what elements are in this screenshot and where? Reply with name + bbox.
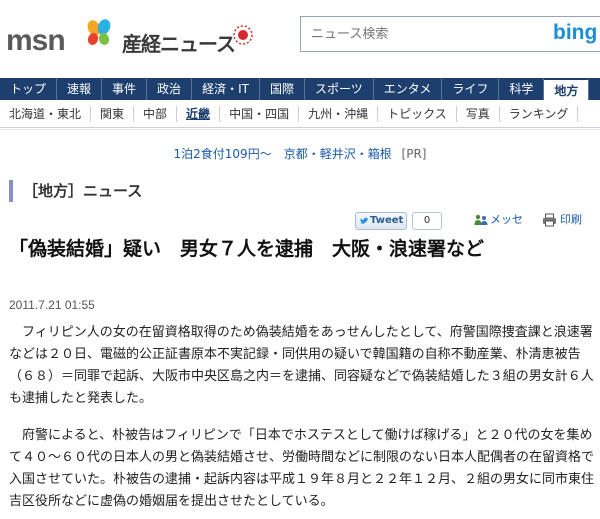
- sub-nav-hokkaido-tohoku[interactable]: 北海道・東北: [0, 105, 92, 122]
- article-title: 「偽装結婚」疑い 男女７人を逮捕 大阪・浪速署など: [9, 238, 485, 260]
- sankei-news-logo[interactable]: 産経ニュース: [122, 28, 236, 57]
- tweet-count: 0: [412, 212, 442, 230]
- twitter-bird-icon: [360, 217, 368, 224]
- ad-pr-label: [PR]: [401, 147, 427, 161]
- nav-tab-international[interactable]: 国際: [260, 78, 305, 100]
- regional-sub-nav: 北海道・東北 関東 中部 近畿 中国・四国 九州・沖縄 トピックス 写真 ランキ…: [0, 100, 600, 128]
- msn-logo-text: msn: [6, 24, 66, 57]
- nav-tab-economy[interactable]: 経済・IT: [192, 78, 260, 100]
- sub-nav-kinki[interactable]: 近畿: [177, 105, 221, 122]
- nav-tab-top[interactable]: トップ: [0, 78, 58, 100]
- header-divider: [0, 129, 600, 130]
- sub-nav-topics[interactable]: トピックス: [378, 105, 457, 122]
- print-label: 印刷: [560, 213, 582, 226]
- ad-line: 1泊2食付109円～ 京都・軽井沢・箱根 [PR]: [0, 145, 600, 165]
- people-icon: [474, 214, 488, 225]
- nav-tab-regional[interactable]: 地方: [544, 78, 590, 100]
- printer-icon: [543, 213, 556, 227]
- main-nav: トップ 速報 事件 政治 経済・IT 国際 スポーツ エンタメ ライフ 科学 地…: [0, 78, 600, 100]
- bing-logo[interactable]: bing: [553, 21, 597, 45]
- sub-nav-chubu[interactable]: 中部: [134, 105, 178, 122]
- messe-label: メッセ: [490, 213, 523, 226]
- msn-logo[interactable]: msn: [6, 18, 116, 58]
- sub-nav-photos[interactable]: 写真: [457, 105, 500, 122]
- tweet-label: Tweet: [370, 215, 404, 226]
- nav-tab-crime[interactable]: 事件: [102, 78, 148, 100]
- nav-tab-entertainment[interactable]: エンタメ: [374, 78, 443, 100]
- search-box: bing: [300, 16, 600, 52]
- nav-tab-life[interactable]: ライフ: [442, 78, 500, 100]
- site-header: msn 産経ニュース bing: [0, 0, 600, 78]
- messe-button[interactable]: メッセ: [474, 211, 523, 229]
- sub-nav-kyushu-okinawa[interactable]: 九州・沖縄: [299, 105, 379, 122]
- tweet-button[interactable]: Tweet: [355, 212, 407, 230]
- article-date: 2011.7.21 01:55: [9, 298, 95, 312]
- section-heading: ［地方］ニュース: [9, 180, 591, 202]
- nav-tab-breaking[interactable]: 速報: [57, 78, 103, 100]
- ad-link[interactable]: 1泊2食付109円～ 京都・軽井沢・箱根: [174, 147, 392, 161]
- msn-butterfly-icon: [87, 19, 111, 45]
- print-button[interactable]: 印刷: [542, 211, 582, 229]
- article-paragraph: 府警によると、朴被告はフィリピンで「日本でホステスとして働けば稼げる」と２０代の…: [9, 428, 595, 509]
- news-search-input[interactable]: [309, 23, 529, 45]
- sub-nav-chugoku-shikoku[interactable]: 中国・四国: [220, 105, 300, 122]
- nav-tab-sports[interactable]: スポーツ: [305, 78, 374, 100]
- sankei-sun-icon: [233, 25, 253, 45]
- nav-tab-science[interactable]: 科学: [499, 78, 545, 100]
- sub-nav-kanto[interactable]: 関東: [91, 105, 135, 122]
- article-paragraph: フィリピン人の女の在留資格取得のため偽装結婚をあっせんしたとして、府警国際捜査課…: [9, 325, 594, 406]
- sub-nav-ranking[interactable]: ランキング: [500, 105, 579, 122]
- nav-tab-politics[interactable]: 政治: [147, 78, 193, 100]
